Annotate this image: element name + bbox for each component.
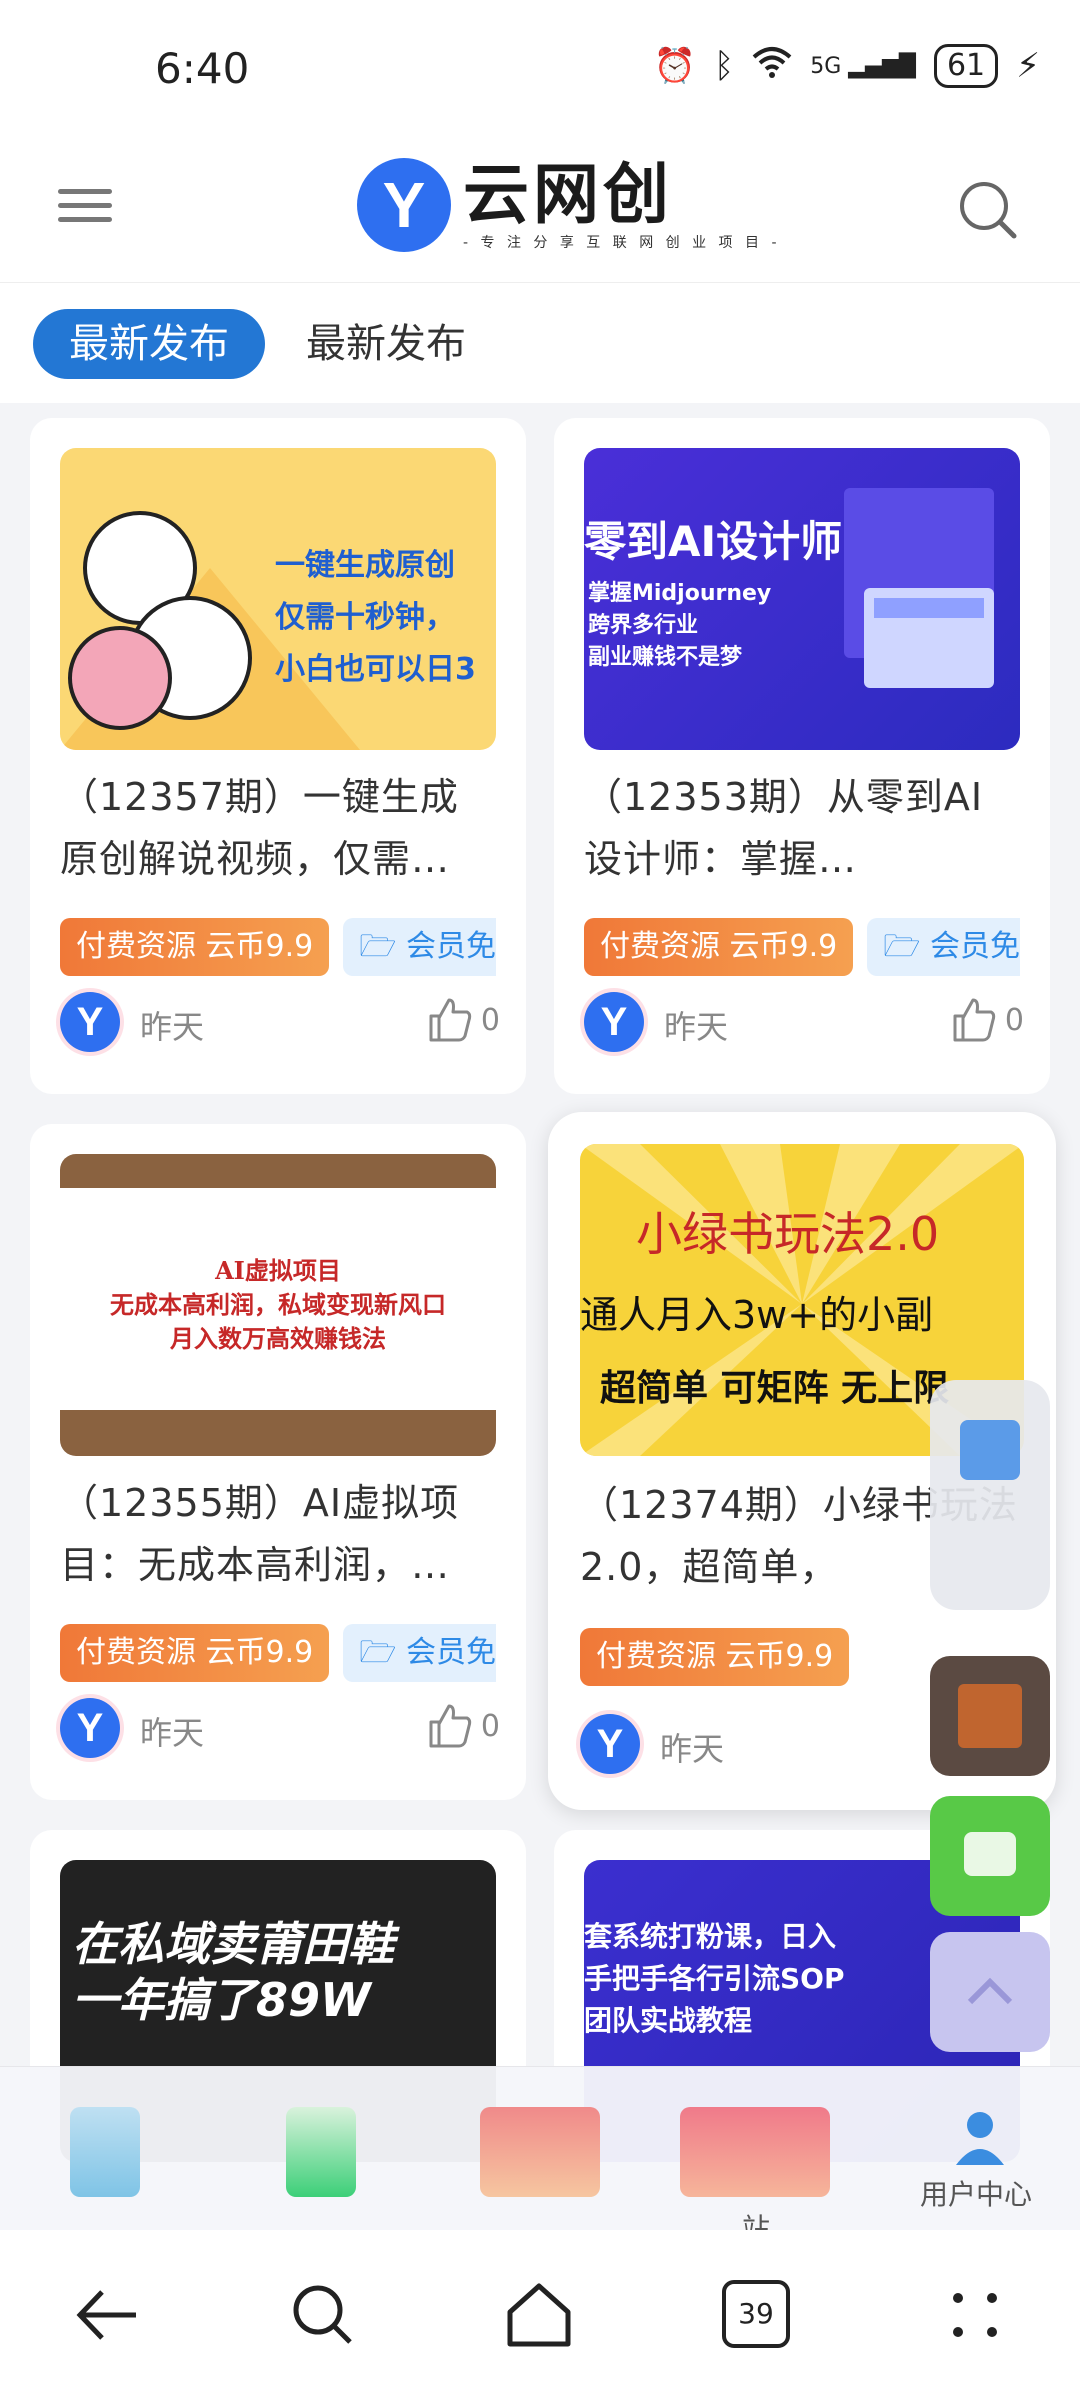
post-date: 昨天 — [140, 1008, 205, 1046]
home-icon — [507, 2283, 571, 2347]
paid-tag: 付费资源 云币9.9 — [60, 1624, 330, 1682]
post-card[interactable]: AI虚拟项目 无成本高利润，私域变现新风口 月入数万高效赚钱法 （12355期）… — [30, 1124, 526, 1800]
app-header: Y 云网创 - 专 注 分 享 互 联 网 创 业 项 目 - — [0, 140, 1080, 283]
nav-category[interactable] — [286, 2107, 362, 2197]
float-contact-button[interactable] — [930, 1656, 1050, 1776]
status-icons: ⏰ ᛒ 5G ▂▄▆█ 61 ⚡ — [653, 44, 1040, 88]
float-wechat-button[interactable] — [930, 1796, 1050, 1916]
nav-user-center-label: 用户中心 — [920, 2178, 1033, 2211]
tabs-button[interactable]: 39 — [722, 2280, 792, 2350]
signal-icon: 5G ▂▄▆█ — [810, 53, 916, 79]
back-button[interactable] — [72, 2280, 142, 2350]
logo-title: 云网创 — [463, 156, 673, 233]
tag-row: 付费资源 云币9.9 🗁 会员免 — [584, 918, 1020, 976]
post-card[interactable]: 一键生成原创 仅需十秒钟， 小白也可以日3 （12357期）一键生成原创解说视频… — [30, 418, 526, 1094]
search-icon[interactable] — [958, 180, 1018, 240]
like-count: 0 — [480, 1708, 500, 1744]
post-thumbnail[interactable]: AI虚拟项目 无成本高利润，私域变现新风口 月入数万高效赚钱法 — [60, 1154, 496, 1456]
more-dots-icon — [953, 2293, 997, 2337]
logo-slogan: - 专 注 分 享 互 联 网 创 业 项 目 - — [463, 235, 781, 251]
wifi-icon — [752, 45, 792, 88]
alarm-icon: ⏰ — [653, 46, 696, 86]
post-meta: Y 昨天 0 — [584, 992, 1024, 1056]
folder-icon: 🗁 — [359, 929, 406, 964]
nav-site[interactable]: 站 — [680, 2107, 830, 2245]
post-meta: Y 昨天 0 — [60, 992, 500, 1056]
member-tag: 🗁 会员免 — [343, 1624, 496, 1682]
post-title[interactable]: （12355期）AI虚拟项目：无成本高利润，… — [60, 1472, 490, 1596]
post-date: 昨天 — [660, 1730, 725, 1768]
more-menu-button[interactable] — [940, 2280, 1010, 2350]
thumbs-up-icon — [953, 998, 996, 1042]
bluetooth-icon: ᛒ — [713, 46, 735, 86]
back-to-top-button[interactable] — [930, 1932, 1050, 2052]
avatar[interactable]: Y — [60, 1698, 120, 1758]
charging-icon: ⚡ — [1016, 46, 1040, 86]
thumbs-up-icon — [429, 998, 472, 1042]
thumbnail-caption: 套系统打粉课，日入 手把手各行引流SOP 团队实战教程 — [584, 1920, 845, 2037]
avatar[interactable]: Y — [580, 1714, 640, 1774]
member-tag: 🗁 会员免 — [343, 918, 496, 976]
thumbnail-subtitle: 超简单 可矩阵 无上限 — [600, 1368, 950, 1409]
nav-home[interactable] — [70, 2107, 146, 2197]
like-count: 0 — [480, 1002, 500, 1038]
like-button[interactable]: 0 — [949, 996, 1024, 1044]
tag-row: 付费资源 云币9.9 🗁 会员免 — [60, 1624, 496, 1682]
thumbs-up-icon — [429, 1704, 472, 1748]
status-bar: 6:40 ⏰ ᛒ 5G ▂▄▆█ 61 ⚡ — [0, 0, 1080, 140]
avatar[interactable]: Y — [584, 992, 644, 1052]
logo-mark: Y — [357, 158, 451, 252]
tab-count: 39 — [722, 2280, 790, 2348]
home-button[interactable] — [504, 2280, 574, 2350]
bottom-app-nav: 站 用户中心 — [0, 2066, 1080, 2245]
like-button[interactable]: 0 — [425, 996, 500, 1044]
chevron-up-icon — [967, 1977, 1013, 2005]
category-tabs: 最新发布 最新发布 — [0, 283, 1080, 403]
folder-icon: 🗁 — [359, 1635, 406, 1670]
thumbnail-caption: AI虚拟项目 无成本高利润，私域变现新风口 月入数万高效赚钱法 — [110, 1256, 446, 1353]
folder-icon: 🗁 — [883, 929, 930, 964]
post-date: 昨天 — [664, 1008, 729, 1046]
thumbnail-caption: 掌握Midjourney 跨界多行业 副业赚钱不是梦 — [588, 581, 772, 670]
user-icon — [956, 2112, 1004, 2165]
post-date: 昨天 — [140, 1714, 205, 1752]
post-thumbnail[interactable]: 一键生成原创 仅需十秒钟， 小白也可以日3 — [60, 448, 496, 750]
member-tag: 🗁 会员免 — [867, 918, 1020, 976]
tab-latest[interactable]: 最新发布 — [306, 309, 466, 379]
post-title[interactable]: （12357期）一键生成原创解说视频，仅需… — [60, 766, 490, 890]
post-thumbnail[interactable]: 零到AI设计师 掌握Midjourney 跨界多行业 副业赚钱不是梦 — [584, 448, 1020, 750]
tag-row: 付费资源 云币9.9 🗁 会员免 — [60, 918, 496, 976]
nav-promo[interactable] — [480, 2107, 600, 2197]
thumbnail-caption: 在私域卖莆田鞋 一年搞了89W — [72, 1917, 394, 2027]
battery-indicator: 61 — [933, 44, 999, 88]
thumbnail-title: 小绿书玩法2.0 — [636, 1207, 940, 1261]
site-logo[interactable]: Y 云网创 - 专 注 分 享 互 联 网 创 业 项 目 - — [357, 158, 781, 252]
back-arrow-icon — [76, 2290, 136, 2340]
avatar[interactable]: Y — [60, 992, 120, 1052]
system-nav-bar: 39 — [0, 2230, 1080, 2400]
browser-search-button[interactable] — [288, 2280, 358, 2350]
paid-tag: 付费资源 云币9.9 — [584, 918, 854, 976]
thumbnail-caption: 一键生成原创 仅需十秒钟， 小白也可以日3 — [275, 548, 476, 687]
paid-tag: 付费资源 云币9.9 — [60, 918, 330, 976]
thumbnail-title: 零到AI设计师 — [584, 517, 843, 566]
post-meta: Y 昨天 0 — [60, 1698, 500, 1762]
float-qq-button[interactable] — [930, 1380, 1050, 1610]
thumbnail-caption: 通人月入3w+的小副 — [580, 1293, 934, 1337]
like-count: 0 — [1004, 1002, 1024, 1038]
status-time: 6:40 — [155, 44, 250, 93]
tab-latest-active[interactable]: 最新发布 — [33, 309, 265, 379]
menu-icon[interactable] — [58, 180, 112, 234]
search-icon — [293, 2285, 352, 2344]
post-card[interactable]: 零到AI设计师 掌握Midjourney 跨界多行业 副业赚钱不是梦 （1235… — [554, 418, 1050, 1094]
like-button[interactable]: 0 — [425, 1702, 500, 1750]
nav-user-center[interactable]: 用户中心 — [920, 2107, 1040, 2211]
post-title[interactable]: （12353期）从零到AI设计师：掌握… — [584, 766, 1014, 890]
paid-tag: 付费资源 云币9.9 — [580, 1628, 850, 1686]
